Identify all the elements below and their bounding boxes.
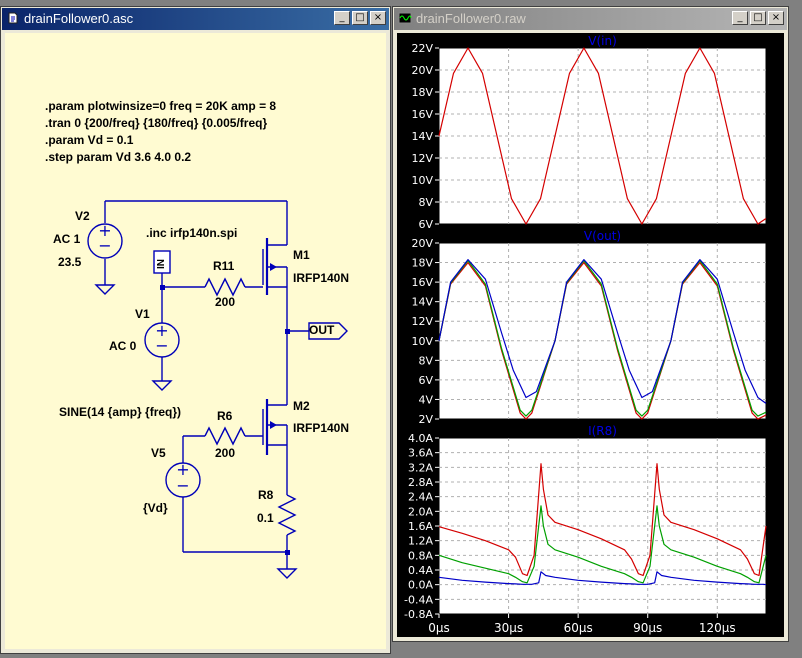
r8-name[interactable]: R8 bbox=[258, 488, 273, 502]
v2-ac: AC 1 bbox=[53, 232, 81, 246]
include-directive[interactable]: .inc irfp140n.spi bbox=[146, 226, 237, 240]
y-tick-label: 12V bbox=[411, 152, 433, 165]
y-tick-label: 1.2A bbox=[408, 535, 433, 548]
y-tick-label: 10V bbox=[411, 335, 433, 348]
schematic-titlebar[interactable]: drainFollower0.asc _ □ × bbox=[2, 8, 389, 30]
x-tick-label: 0µs bbox=[428, 621, 450, 635]
y-tick-label: 4V bbox=[418, 393, 433, 406]
r11-resistor bbox=[204, 277, 246, 297]
m2-name[interactable]: M2 bbox=[293, 399, 310, 413]
x-tick-label: 30µs bbox=[494, 621, 523, 635]
y-tick-label: 20V bbox=[411, 237, 433, 250]
y-tick-label: 1.6A bbox=[408, 520, 433, 533]
svg-text:−: − bbox=[155, 336, 168, 355]
y-tick-label: 18V bbox=[411, 86, 433, 99]
r6-name[interactable]: R6 bbox=[217, 409, 232, 423]
v5-sine[interactable]: SINE(14 {amp} {freq}) bbox=[59, 405, 181, 419]
y-tick-label: 0.4A bbox=[408, 564, 433, 577]
m2-model: IRFP140N bbox=[293, 421, 350, 435]
waveform-window-title: drainFollower0.raw bbox=[416, 11, 526, 26]
y-tick-label: -0.4A bbox=[404, 593, 433, 606]
maximize-button[interactable]: □ bbox=[750, 11, 766, 25]
spice-directive[interactable]: .step param Vd 3.6 4.0 0.2 bbox=[45, 150, 191, 164]
y-tick-label: 16V bbox=[411, 276, 433, 289]
r8-resistor bbox=[277, 494, 297, 536]
plot-pane[interactable]: 20V 18V 16V 14V 12V 10V 8V 6V 4V 2V V(out) bbox=[411, 229, 767, 426]
y-tick-label: -0.8A bbox=[404, 608, 433, 621]
y-tick-label: 3.2A bbox=[408, 461, 433, 474]
plot-pane[interactable]: 22V 20V 18V 16V 14V 12V 10V 8V 6V V(in) bbox=[411, 34, 767, 231]
svg-text:−: − bbox=[176, 476, 189, 495]
ground-icon bbox=[276, 568, 298, 579]
y-tick-label: 22V bbox=[411, 42, 433, 55]
v2-name[interactable]: V2 bbox=[75, 209, 90, 223]
y-tick-label: 8V bbox=[418, 354, 433, 367]
schematic-window[interactable]: drainFollower0.asc _ □ × + − + − + − .pa… bbox=[0, 6, 391, 654]
y-tick-label: 2V bbox=[418, 413, 433, 426]
y-tick-label: 18V bbox=[411, 257, 433, 270]
r11-value: 200 bbox=[215, 295, 236, 309]
waveform-canvas[interactable]: 22V 20V 18V 16V 14V 12V 10V 8V 6V V(in) 20V 18V 16V 1… bbox=[397, 33, 784, 637]
y-tick-label: 3.6A bbox=[408, 447, 433, 460]
x-tick-label: 120µs bbox=[699, 621, 736, 635]
y-tick-label: 4.0A bbox=[408, 432, 433, 445]
m1-model: IRFP140N bbox=[293, 271, 350, 285]
schematic-window-title: drainFollower0.asc bbox=[24, 11, 134, 26]
y-tick-label: 16V bbox=[411, 108, 433, 121]
y-tick-label: 20V bbox=[411, 64, 433, 77]
x-tick-label: 60µs bbox=[564, 621, 593, 635]
v2-value: 23.5 bbox=[58, 255, 82, 269]
y-tick-label: 6V bbox=[418, 218, 433, 231]
maximize-button[interactable]: □ bbox=[352, 11, 368, 25]
v1-name[interactable]: V1 bbox=[135, 307, 150, 321]
schematic-canvas[interactable]: + − + − + − .param plotwinsize=0 freq = … bbox=[5, 33, 386, 649]
pane-title[interactable]: I(R8) bbox=[588, 424, 617, 438]
close-button[interactable]: × bbox=[768, 11, 784, 25]
r11-name[interactable]: R11 bbox=[213, 259, 234, 273]
ground-icon bbox=[94, 284, 116, 295]
v5-value: {Vd} bbox=[143, 501, 168, 515]
minimize-button[interactable]: _ bbox=[334, 11, 350, 25]
waveform-plots[interactable]: 22V 20V 18V 16V 14V 12V 10V 8V 6V V(in) 20V 18V 16V 1… bbox=[397, 33, 786, 639]
waveform-window[interactable]: drainFollower0.raw _ □ × 22V 20V 18V 16V 14V… bbox=[392, 6, 789, 642]
spice-directive[interactable]: .param plotwinsize=0 freq = 20K amp = 8 bbox=[45, 99, 276, 113]
y-tick-label: 2.0A bbox=[408, 505, 433, 518]
close-button[interactable]: × bbox=[370, 11, 386, 25]
svg-text:−: − bbox=[98, 236, 111, 255]
r8-value: 0.1 bbox=[257, 511, 274, 525]
m1-name[interactable]: M1 bbox=[293, 248, 310, 262]
y-tick-label: 2.4A bbox=[408, 491, 433, 504]
y-tick-label: 14V bbox=[411, 130, 433, 143]
y-tick-label: 14V bbox=[411, 296, 433, 309]
plot-pane[interactable]: 4.0A 3.6A3.2A 2.8A 2.4A2.0A 1.6A 1.2A0.8A 0.4A… bbox=[404, 424, 767, 621]
pane-title[interactable]: V(in) bbox=[588, 34, 617, 48]
y-tick-label: 12V bbox=[411, 315, 433, 328]
spice-directive[interactable]: .tran 0 {200/freq} {180/freq} {0.005/fre… bbox=[45, 116, 267, 130]
y-tick-label: 8V bbox=[418, 196, 433, 209]
spice-directive[interactable]: .param Vd = 0.1 bbox=[45, 133, 133, 147]
r6-resistor bbox=[204, 426, 246, 446]
pane-title[interactable]: V(out) bbox=[584, 229, 621, 243]
r6-value: 200 bbox=[215, 446, 236, 460]
y-tick-label: 0.0A bbox=[408, 579, 433, 592]
ground-icon bbox=[151, 380, 173, 391]
out-port-label[interactable]: OUT bbox=[309, 323, 334, 337]
y-tick-label: 0.8A bbox=[408, 549, 433, 562]
minimize-button[interactable]: _ bbox=[732, 11, 748, 25]
y-tick-label: 2.8A bbox=[408, 476, 433, 489]
x-tick-label: 90µs bbox=[633, 621, 662, 635]
waveform-titlebar[interactable]: drainFollower0.raw _ □ × bbox=[394, 8, 787, 30]
y-tick-label: 6V bbox=[418, 374, 433, 387]
v1-ac: AC 0 bbox=[109, 339, 137, 353]
in-port-label[interactable]: IN bbox=[156, 259, 167, 269]
y-tick-label: 10V bbox=[411, 174, 433, 187]
v5-name[interactable]: V5 bbox=[151, 446, 166, 460]
waveform-doc-icon bbox=[398, 12, 412, 24]
schematic-doc-icon bbox=[8, 12, 18, 24]
